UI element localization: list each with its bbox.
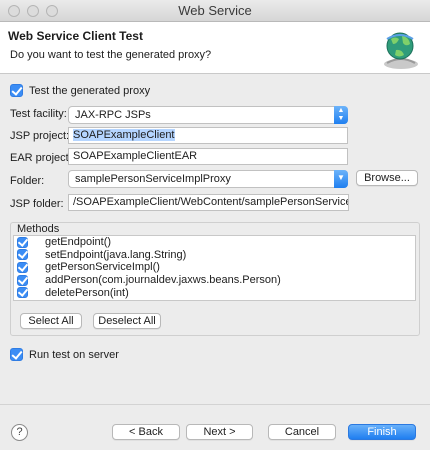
methods-list[interactable]: getEndpoint() setEndpoint(java.lang.Stri… xyxy=(13,235,416,301)
method-item[interactable]: getPersonServiceImpl() xyxy=(14,261,415,274)
cancel-button[interactable]: Cancel xyxy=(268,424,336,440)
checkbox-checked-icon[interactable] xyxy=(17,261,28,273)
jsp-project-field[interactable]: SOAPExampleClient xyxy=(68,127,348,144)
jsp-project-value: SOAPExampleClient xyxy=(73,129,175,141)
method-label: deletePerson(int) xyxy=(45,286,129,299)
page-subtitle: Do you want to test the generated proxy? xyxy=(10,49,212,61)
test-facility-select[interactable]: JAX-RPC JSPs ▲ ▼ xyxy=(68,106,348,124)
checkbox-checked-icon[interactable] xyxy=(17,236,28,248)
updown-chevron-icon: ▲ ▼ xyxy=(334,106,348,124)
footer-divider xyxy=(0,404,430,405)
method-item[interactable]: addPerson(com.journaldev.jaxws.beans.Per… xyxy=(14,274,415,287)
browse-button[interactable]: Browse... xyxy=(356,170,418,186)
window-titlebar: Web Service xyxy=(0,0,430,22)
method-label: getPersonServiceImpl() xyxy=(45,261,160,274)
web-service-globe-icon xyxy=(384,32,418,69)
jsp-folder-value: /SOAPExampleClient/WebContent/samplePers… xyxy=(73,196,349,208)
folder-combo[interactable]: samplePersonServiceImplProxy ▼ xyxy=(68,170,348,188)
deselect-all-button[interactable]: Deselect All xyxy=(93,313,161,329)
folder-value: samplePersonServiceImplProxy xyxy=(75,173,231,185)
ear-project-value: SOAPExampleClientEAR xyxy=(73,150,198,162)
run-on-server-label: Run test on server xyxy=(29,348,119,361)
checkbox-checked-icon xyxy=(10,84,23,97)
ear-project-label: EAR project: xyxy=(10,152,72,164)
test-facility-value: JAX-RPC JSPs xyxy=(75,109,151,121)
method-label: setEndpoint(java.lang.String) xyxy=(45,248,187,261)
next-button[interactable]: Next > xyxy=(186,424,253,440)
checkbox-checked-icon[interactable] xyxy=(17,287,28,299)
help-icon[interactable]: ? xyxy=(11,424,28,441)
select-all-button[interactable]: Select All xyxy=(20,313,82,329)
methods-group-title: Methods xyxy=(17,223,60,235)
window-title: Web Service xyxy=(178,3,252,18)
back-button[interactable]: < Back xyxy=(112,424,180,440)
test-proxy-checkbox[interactable]: Test the generated proxy xyxy=(10,84,150,97)
folder-label: Folder: xyxy=(10,175,45,187)
ear-project-field[interactable]: SOAPExampleClientEAR xyxy=(68,148,348,165)
jsp-folder-field[interactable]: /SOAPExampleClient/WebContent/samplePers… xyxy=(68,194,349,211)
close-window-button[interactable] xyxy=(8,5,20,17)
method-item[interactable]: getEndpoint() xyxy=(14,236,415,249)
finish-button[interactable]: Finish xyxy=(348,424,416,440)
method-label: addPerson(com.journaldev.jaxws.beans.Per… xyxy=(45,274,281,287)
run-on-server-checkbox[interactable]: Run test on server xyxy=(10,348,119,361)
test-proxy-label: Test the generated proxy xyxy=(29,84,151,97)
jsp-project-label: JSP project: xyxy=(10,130,70,142)
page-title: Web Service Client Test xyxy=(8,29,143,43)
zoom-window-button[interactable] xyxy=(46,5,58,17)
method-label: getEndpoint() xyxy=(45,236,112,249)
checkbox-checked-icon[interactable] xyxy=(17,249,28,261)
jsp-folder-label: JSP folder: xyxy=(10,198,64,210)
checkbox-checked-icon[interactable] xyxy=(17,274,28,286)
method-item[interactable]: deletePerson(int) xyxy=(14,286,415,299)
checkbox-checked-icon xyxy=(10,348,23,361)
minimize-window-button[interactable] xyxy=(27,5,39,17)
test-facility-label: Test facility: xyxy=(10,108,67,120)
chevron-down-icon: ▼ xyxy=(334,170,348,188)
method-item[interactable]: setEndpoint(java.lang.String) xyxy=(14,249,415,262)
wizard-header: Web Service Client Test Do you want to t… xyxy=(0,22,430,74)
